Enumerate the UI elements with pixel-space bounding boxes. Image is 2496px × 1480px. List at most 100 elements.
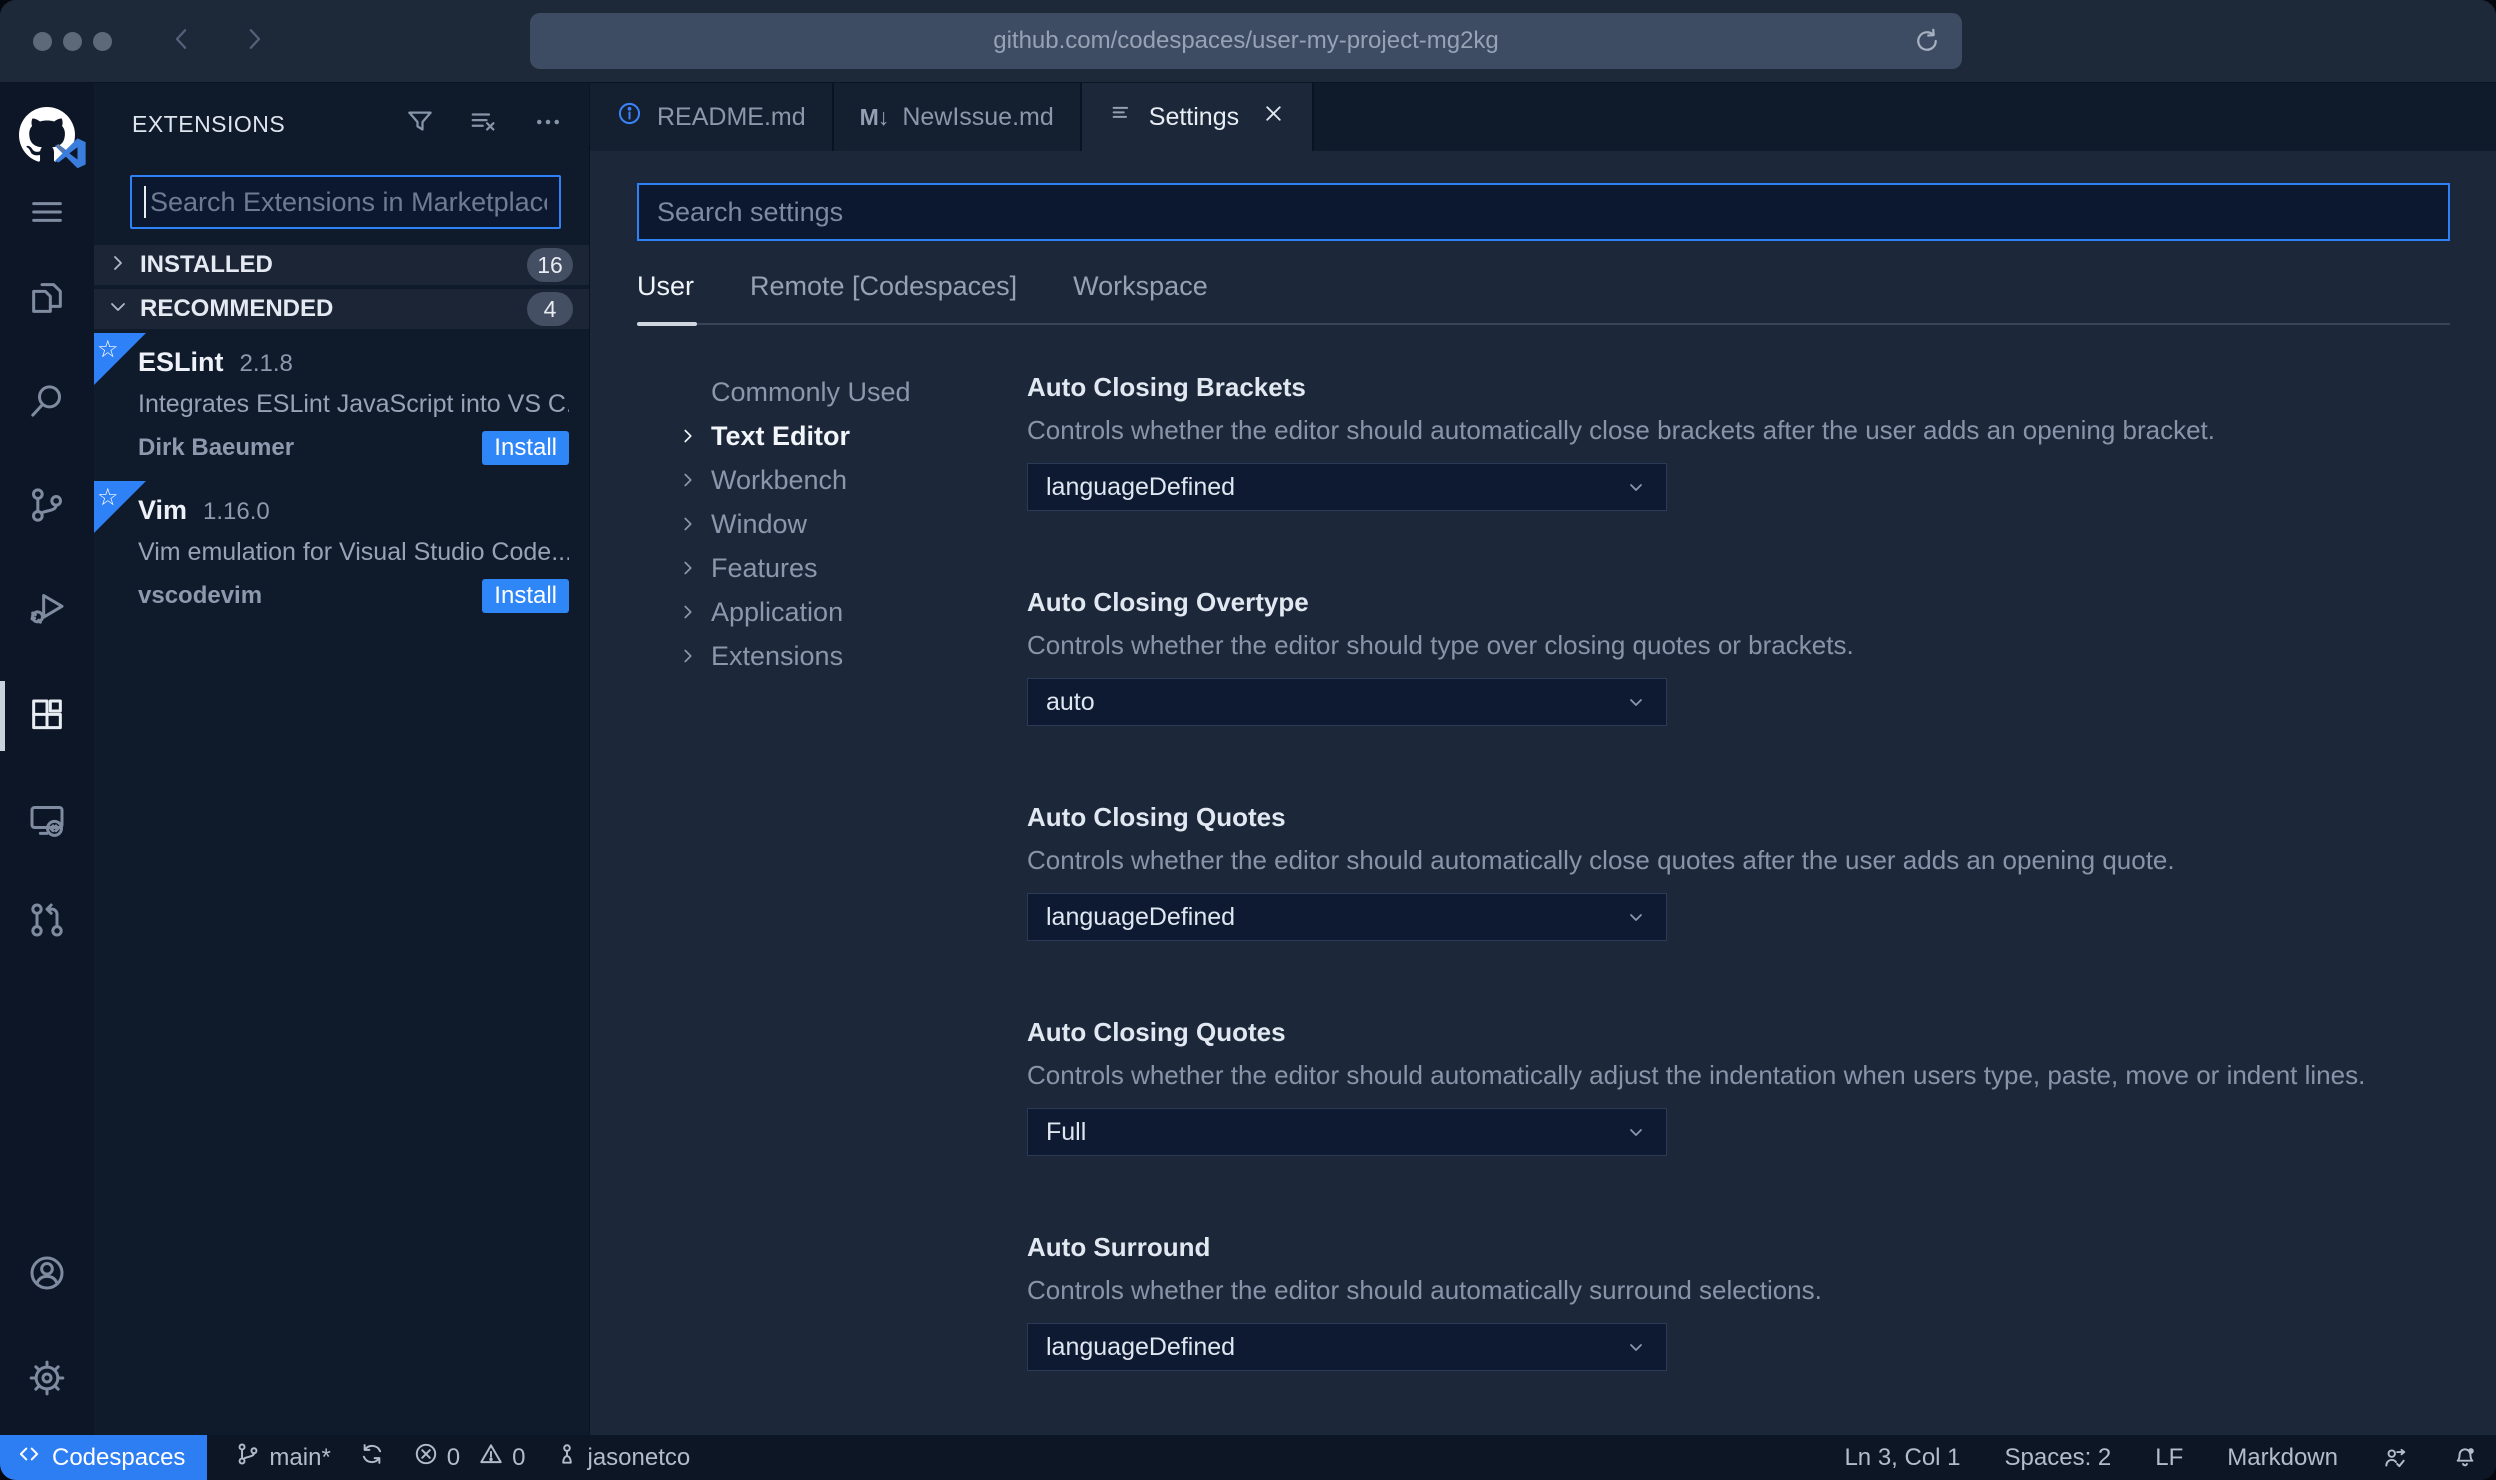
- recommended-ribbon-icon: ☆: [94, 481, 146, 533]
- cursor-position-item[interactable]: Ln 3, Col 1: [1844, 1444, 1960, 1472]
- section-installed[interactable]: INSTALLED 16: [94, 245, 589, 285]
- scope-tab-user[interactable]: User: [637, 271, 694, 306]
- browser-window: github.com/codespaces/user-my-project-mg…: [0, 0, 2496, 1480]
- chevron-right-icon: [684, 561, 692, 575]
- branch-status-item[interactable]: main*: [235, 1441, 331, 1474]
- back-chevron-icon[interactable]: [167, 24, 197, 59]
- editor-area: README.md M↓ NewIssue.md Settings Search…: [590, 83, 2496, 1435]
- codespaces-status-button[interactable]: Codespaces: [0, 1435, 208, 1480]
- tab-settings[interactable]: Settings: [1081, 83, 1315, 151]
- chevron-right-icon: [106, 251, 130, 280]
- setting-dropdown[interactable]: languageDefined: [1027, 1323, 1667, 1371]
- extension-version: 1.16.0: [203, 498, 270, 525]
- extension-version: 2.1.8: [239, 350, 293, 377]
- remote-explorer-icon[interactable]: [0, 777, 94, 863]
- activity-bar: [0, 83, 94, 1435]
- pull-request-icon[interactable]: [0, 877, 94, 963]
- markdown-icon: M↓: [859, 103, 890, 130]
- settings-toc: Commonly Used Text Editor Workbench Wind…: [637, 370, 1027, 1435]
- setting-description: Controls whether the editor should autom…: [1027, 845, 2175, 875]
- account-icon[interactable]: [0, 1230, 94, 1316]
- setting-title: Auto Closing Quotes: [1027, 1017, 1286, 1047]
- tab-label: Settings: [1148, 102, 1240, 131]
- count-badge: 16: [527, 248, 573, 282]
- setting-description: Controls whether the editor should autom…: [1027, 1275, 1822, 1305]
- setting-description: Controls whether the editor should type …: [1027, 630, 1854, 660]
- forward-chevron-icon[interactable]: [239, 24, 269, 59]
- install-button[interactable]: Install: [482, 431, 569, 465]
- remote-icon: [16, 1441, 42, 1474]
- language-mode-item[interactable]: Markdown: [2227, 1444, 2338, 1472]
- recommended-ribbon-icon: ☆: [94, 333, 146, 385]
- scope-tab-workspace[interactable]: Workspace: [1073, 271, 1208, 306]
- extensions-icon[interactable]: [0, 673, 94, 759]
- install-button[interactable]: Install: [482, 579, 569, 613]
- vscode-icon: [55, 138, 86, 169]
- window-minimize-button[interactable]: [63, 31, 82, 51]
- tab-readme[interactable]: README.md: [590, 83, 834, 151]
- settings-search-input[interactable]: Search settings: [637, 183, 2450, 241]
- setting-title: Auto Closing Overtype: [1027, 587, 1309, 617]
- menu-icon[interactable]: [0, 169, 94, 255]
- toc-item-application[interactable]: Application: [677, 590, 1027, 634]
- chevron-right-icon: [684, 429, 692, 443]
- explorer-icon[interactable]: [0, 255, 94, 341]
- extension-description: Vim emulation for Visual Studio Code...: [138, 538, 569, 566]
- panel-title: EXTENSIONS: [132, 110, 286, 137]
- setting-dropdown[interactable]: languageDefined: [1027, 463, 1667, 511]
- filter-icon[interactable]: [405, 107, 435, 142]
- extensions-sidebar: EXTENSIONS Search Extensions in Marketpl…: [94, 83, 590, 1435]
- window-controls[interactable]: [33, 31, 112, 51]
- indentation-item[interactable]: Spaces: 2: [2005, 1444, 2112, 1472]
- feedback-icon[interactable]: [2382, 1445, 2408, 1471]
- scope-tab-remote[interactable]: Remote [Codespaces]: [750, 271, 1017, 306]
- eol-item[interactable]: LF: [2155, 1444, 2183, 1472]
- setting-dropdown[interactable]: auto: [1027, 678, 1667, 726]
- browser-toolbar: github.com/codespaces/user-my-project-mg…: [0, 0, 2496, 83]
- setting-description: Controls whether the editor should autom…: [1027, 415, 2216, 445]
- notifications-bell-icon[interactable]: [2452, 1445, 2478, 1471]
- toc-item-commonly-used[interactable]: Commonly Used: [677, 370, 1027, 414]
- extension-list-item[interactable]: ☆ Vim 1.16.0 Vim emulation for Visual St…: [94, 481, 589, 629]
- setting-dropdown[interactable]: Full: [1027, 1108, 1667, 1156]
- chevron-down-icon: [1630, 699, 1642, 706]
- toc-item-extensions[interactable]: Extensions: [677, 634, 1027, 678]
- setting-dropdown[interactable]: languageDefined: [1027, 893, 1667, 941]
- toc-item-features[interactable]: Features: [677, 546, 1027, 590]
- user-status-item[interactable]: jasonetco: [554, 1441, 690, 1474]
- section-recommended[interactable]: RECOMMENDED 4: [94, 289, 589, 329]
- toc-item-text-editor[interactable]: Text Editor: [677, 414, 1027, 458]
- chevron-right-icon: [684, 649, 692, 663]
- extensions-search-input[interactable]: Search Extensions in Marketplace: [130, 175, 561, 229]
- warning-icon: [478, 1441, 504, 1474]
- problems-status-item[interactable]: 0 0: [413, 1441, 526, 1474]
- source-control-icon[interactable]: [0, 462, 94, 548]
- setting-entry: Auto Closing Quotes Controls whether the…: [1027, 800, 2450, 941]
- address-bar[interactable]: github.com/codespaces/user-my-project-mg…: [530, 13, 1962, 69]
- sync-status-item[interactable]: [359, 1441, 385, 1474]
- editor-tab-bar: README.md M↓ NewIssue.md Settings: [590, 83, 2496, 151]
- window-close-button[interactable]: [33, 31, 52, 51]
- toc-item-window[interactable]: Window: [677, 502, 1027, 546]
- clear-search-results-icon[interactable]: [469, 107, 499, 142]
- search-icon[interactable]: [0, 358, 94, 444]
- active-tab-underline: [637, 322, 697, 326]
- setting-title: Auto Surround: [1027, 1232, 1211, 1262]
- github-vscode-logo: [0, 93, 94, 177]
- chevron-down-icon: [1630, 1129, 1642, 1136]
- toc-item-workbench[interactable]: Workbench: [677, 458, 1027, 502]
- settings-gear-icon[interactable]: [0, 1335, 94, 1421]
- section-label: RECOMMENDED: [140, 295, 334, 322]
- count-badge: 4: [527, 292, 573, 326]
- run-debug-icon[interactable]: [0, 565, 94, 651]
- window-zoom-button[interactable]: [93, 31, 112, 51]
- branch-icon: [235, 1441, 261, 1474]
- reload-icon[interactable]: [1912, 26, 1942, 63]
- close-icon[interactable]: [1261, 101, 1286, 133]
- tab-newissue[interactable]: M↓ NewIssue.md: [833, 83, 1082, 151]
- more-actions-icon[interactable]: [533, 107, 563, 142]
- section-label: INSTALLED: [140, 251, 273, 278]
- tab-label: README.md: [657, 102, 806, 131]
- setting-entry: Auto Closing Brackets Controls whether t…: [1027, 370, 2450, 511]
- extension-list-item[interactable]: ☆ ESLint 2.1.8 Integrates ESLint JavaScr…: [94, 333, 589, 481]
